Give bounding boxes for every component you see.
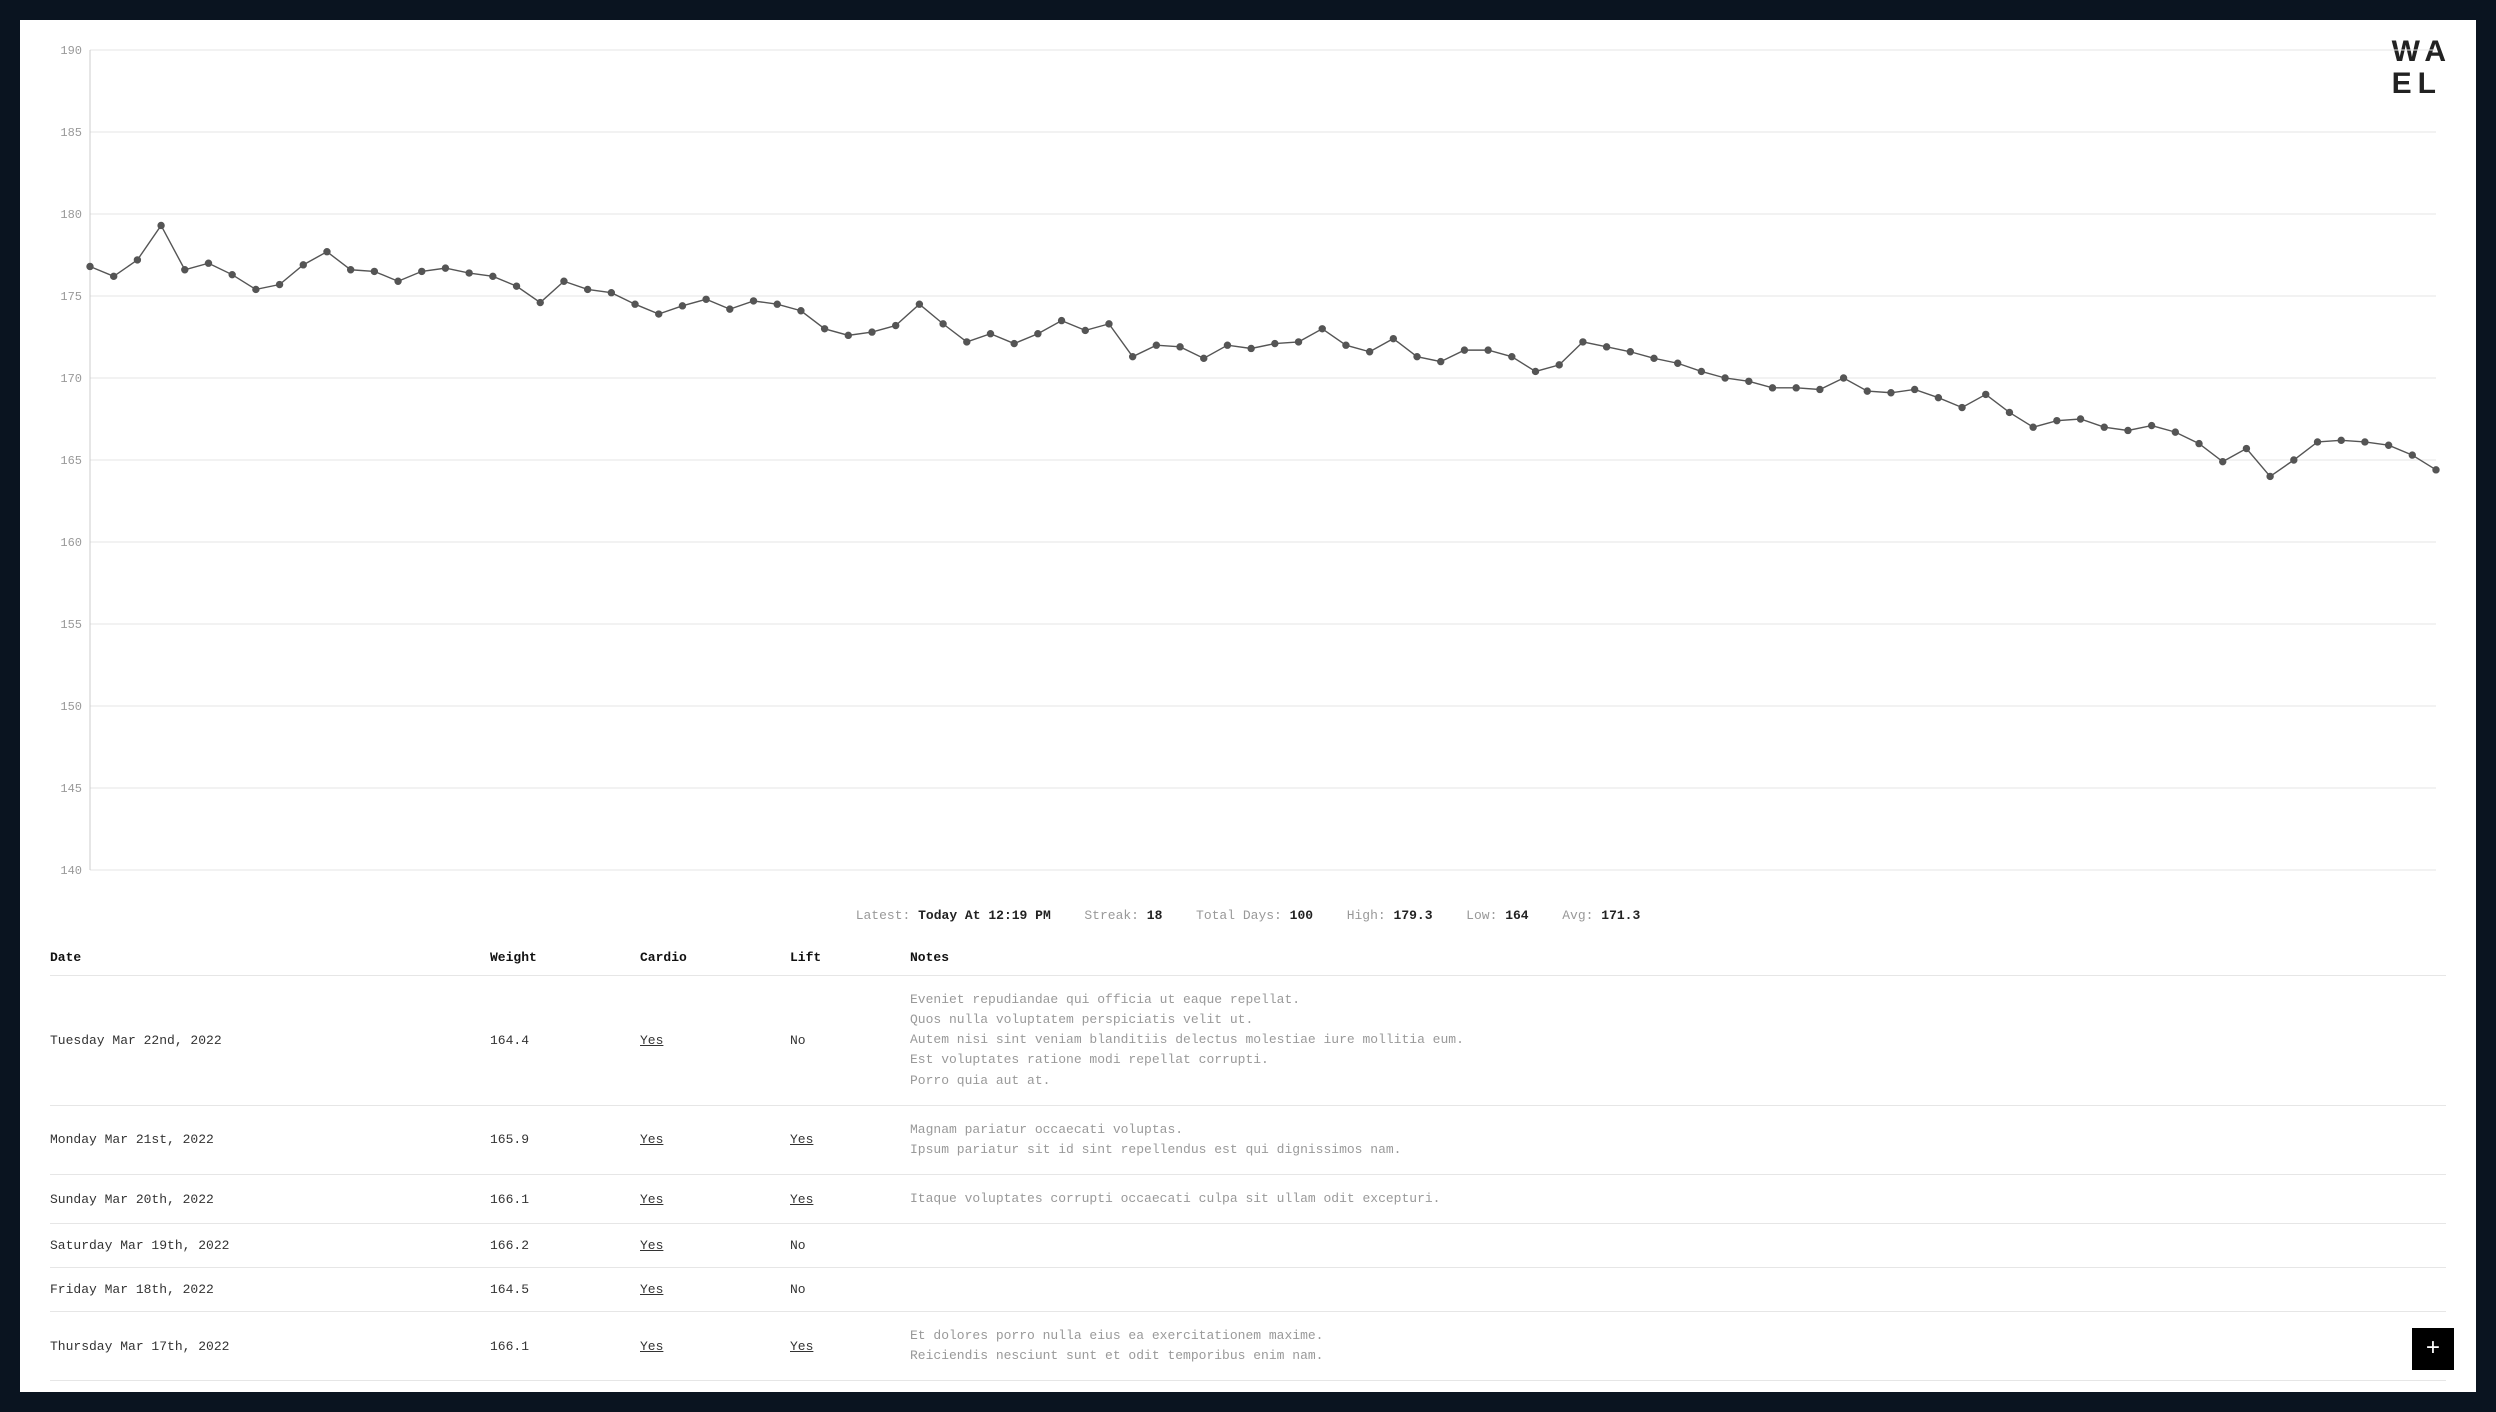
cell-date: Tuesday Mar 22nd, 2022 bbox=[50, 1033, 490, 1048]
svg-text:180: 180 bbox=[60, 208, 82, 222]
table-header: Date Weight Cardio Lift Notes bbox=[50, 940, 2446, 976]
cell-weight: 166.1 bbox=[490, 1192, 640, 1207]
total-value: 100 bbox=[1290, 908, 1313, 923]
col-date: Date bbox=[50, 950, 490, 965]
cell-date: Monday Mar 21st, 2022 bbox=[50, 1132, 490, 1147]
cell-weight: 166.1 bbox=[490, 1339, 640, 1354]
avg-value: 171.3 bbox=[1601, 908, 1640, 923]
high-value: 179.3 bbox=[1394, 908, 1433, 923]
latest-label: Latest: bbox=[856, 908, 911, 923]
entries-table: Date Weight Cardio Lift Notes Tuesday Ma… bbox=[50, 940, 2446, 1392]
cell-notes: Eveniet repudiandae qui officia ut eaque… bbox=[910, 990, 2446, 1091]
svg-text:165: 165 bbox=[60, 454, 82, 468]
table-row[interactable]: Thursday Mar 17th, 2022166.1YesYesEt dol… bbox=[50, 1312, 2446, 1381]
col-weight: Weight bbox=[490, 950, 640, 965]
cell-weight: 164.5 bbox=[490, 1282, 640, 1297]
cell-cardio[interactable]: Yes bbox=[640, 1339, 790, 1354]
cell-notes: Et dolores porro nulla eius ea exercitat… bbox=[910, 1326, 2446, 1366]
cell-lift[interactable]: Yes bbox=[790, 1132, 910, 1147]
svg-text:145: 145 bbox=[60, 782, 82, 796]
svg-text:185: 185 bbox=[60, 126, 82, 140]
cell-date: Thursday Mar 17th, 2022 bbox=[50, 1339, 490, 1354]
plus-icon: + bbox=[2426, 1336, 2440, 1363]
cell-notes: Magnam pariatur occaecati voluptas. Ipsu… bbox=[910, 1120, 2446, 1160]
cell-date: Sunday Mar 20th, 2022 bbox=[50, 1192, 490, 1207]
col-notes: Notes bbox=[910, 950, 2446, 965]
low-value: 164 bbox=[1505, 908, 1528, 923]
cell-cardio[interactable]: Yes bbox=[640, 1238, 790, 1253]
add-entry-button[interactable]: + bbox=[2412, 1328, 2454, 1370]
svg-text:140: 140 bbox=[60, 864, 82, 878]
table-row[interactable]: Monday Mar 21st, 2022165.9YesYesMagnam p… bbox=[50, 1106, 2446, 1175]
cell-lift[interactable]: Yes bbox=[790, 1339, 910, 1354]
svg-text:155: 155 bbox=[60, 618, 82, 632]
cell-notes: Itaque voluptates corrupti occaecati cul… bbox=[910, 1189, 2446, 1209]
cell-lift[interactable]: No bbox=[790, 1033, 910, 1048]
cell-lift[interactable]: Yes bbox=[790, 1192, 910, 1207]
table-row[interactable]: Sunday Mar 20th, 2022166.1YesYesItaque v… bbox=[50, 1175, 2446, 1224]
cell-weight: 164.4 bbox=[490, 1033, 640, 1048]
high-label: High: bbox=[1347, 908, 1386, 923]
col-lift: Lift bbox=[790, 950, 910, 965]
streak-value: 18 bbox=[1147, 908, 1163, 923]
cell-cardio[interactable]: Yes bbox=[640, 1132, 790, 1147]
stats-bar: Latest: Today At 12:19 PM Streak: 18 Tot… bbox=[20, 908, 2476, 923]
col-cardio: Cardio bbox=[640, 950, 790, 965]
low-label: Low: bbox=[1466, 908, 1497, 923]
cell-cardio[interactable]: Yes bbox=[640, 1282, 790, 1297]
table-row[interactable]: Tuesday Mar 22nd, 2022164.4YesNoEveniet … bbox=[50, 976, 2446, 1106]
cell-lift[interactable]: No bbox=[790, 1282, 910, 1297]
svg-text:190: 190 bbox=[60, 44, 82, 58]
svg-text:160: 160 bbox=[60, 536, 82, 550]
avg-label: Avg: bbox=[1562, 908, 1593, 923]
table-row[interactable]: Friday Mar 18th, 2022164.5YesNo bbox=[50, 1268, 2446, 1312]
svg-text:150: 150 bbox=[60, 700, 82, 714]
svg-text:170: 170 bbox=[60, 372, 82, 386]
cell-weight: 166.2 bbox=[490, 1238, 640, 1253]
cell-cardio[interactable]: Yes bbox=[640, 1033, 790, 1048]
cell-cardio[interactable]: Yes bbox=[640, 1192, 790, 1207]
app-page: WA EL 140145150155160165170175180185190 … bbox=[20, 20, 2476, 1392]
latest-value: Today At 12:19 PM bbox=[918, 908, 1051, 923]
cell-lift[interactable]: No bbox=[790, 1238, 910, 1253]
table-row[interactable]: Saturday Mar 19th, 2022166.2YesNo bbox=[50, 1224, 2446, 1268]
streak-label: Streak: bbox=[1084, 908, 1139, 923]
cell-weight: 165.9 bbox=[490, 1132, 640, 1147]
svg-text:175: 175 bbox=[60, 290, 82, 304]
weight-chart: 140 145 150 155 160 165 170 175 180 185 190 bbox=[50, 30, 2446, 900]
total-label: Total Days: bbox=[1196, 908, 1282, 923]
cell-date: Friday Mar 18th, 2022 bbox=[50, 1282, 490, 1297]
cell-date: Saturday Mar 19th, 2022 bbox=[50, 1238, 490, 1253]
